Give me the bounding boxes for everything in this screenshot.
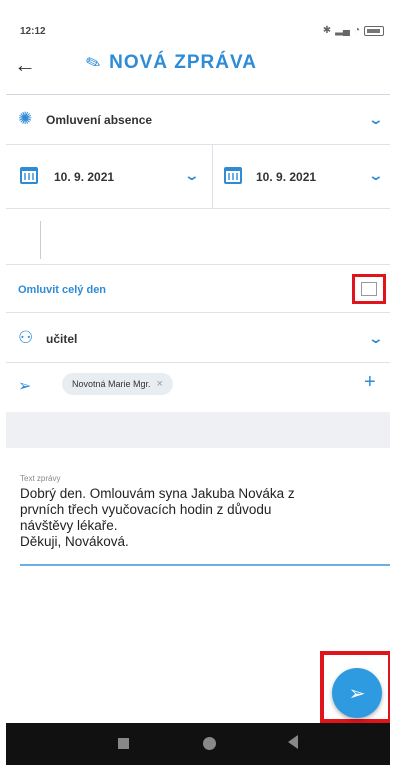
chevron-down-icon: ⌄ [183,167,201,183]
pencil-icon: ✎ [82,50,104,75]
recipient-row: ➢ Novotná Marie Mgr. × + [6,363,390,412]
status-icons: ✱ ▂▄ ◔ [323,25,384,36]
all-day-checkbox[interactable] [361,282,377,296]
user-icon: ⚇ [18,328,34,347]
sun-icon: ✺ [18,109,33,128]
arrow-left-icon[interactable]: ← [14,50,36,80]
recents-icon[interactable] [118,738,129,749]
chevron-down-icon: ⌄ [367,330,385,346]
signal-icon: ▂▄ [335,25,350,36]
status-bar: 12:12 ✱ ▂▄ ◔ [6,0,390,37]
battery-icon [364,25,384,36]
text-cursor [40,221,41,259]
app-screen: 12:12 ✱ ▂▄ ◔ ← ✎ NOVÁ ZPRÁVA ✺ Omluvení … [6,0,390,765]
message-underline [20,564,390,566]
chevron-down-icon: ⌄ [367,111,385,127]
wifi-icon: ◔ [353,25,360,36]
app-header: ← ✎ NOVÁ ZPRÁVA [6,44,390,95]
absence-type-value: Omluvení absence [46,113,153,127]
chevron-down-icon: ⌄ [367,167,385,183]
divider [212,145,213,209]
add-recipient-button[interactable]: + [364,371,376,394]
message-input[interactable]: Dobrý den. Omlouvám syna Jakuba Nováka z… [20,486,380,550]
close-icon[interactable]: × [157,378,163,390]
title-wrap: ✎ NOVÁ ZPRÁVA [82,50,257,75]
all-day-checkbox-highlight[interactable] [352,274,386,304]
all-day-row: Omluvit celý den [6,265,390,313]
bluetooth-icon: ✱ [322,25,332,36]
send-icon: ➢ [348,682,366,705]
recipient-type-value: učitel [46,332,78,346]
date-from-value: 10. 9. 2021 [54,170,115,184]
calendar-icon [224,167,242,184]
absence-type-select[interactable]: ✺ Omluvení absence ⌄ [6,95,390,145]
send-button[interactable]: ➢ [332,668,382,718]
all-day-label: Omluvit celý den [18,284,107,296]
recipient-type-select[interactable]: ⚇ učitel ⌄ [6,313,390,363]
home-icon[interactable] [203,737,216,750]
date-to-value: 10. 9. 2021 [256,170,317,184]
recipient-chip[interactable]: Novotná Marie Mgr. × [62,373,173,395]
time-input-area[interactable] [6,209,390,265]
message-label: Text zprávy [20,474,61,483]
system-nav-bar [6,723,390,765]
send-icon: ➢ [18,378,32,395]
recipient-chip-label: Novotná Marie Mgr. [72,379,151,389]
date-range-row: 10. 9. 2021 ⌄ 10. 9. 2021 ⌄ [6,145,390,209]
status-time: 12:12 [20,26,46,37]
back-triangle-icon[interactable] [288,735,298,749]
page-title: NOVÁ ZPRÁVA [109,52,257,73]
calendar-icon [20,167,38,184]
section-separator [6,412,390,448]
